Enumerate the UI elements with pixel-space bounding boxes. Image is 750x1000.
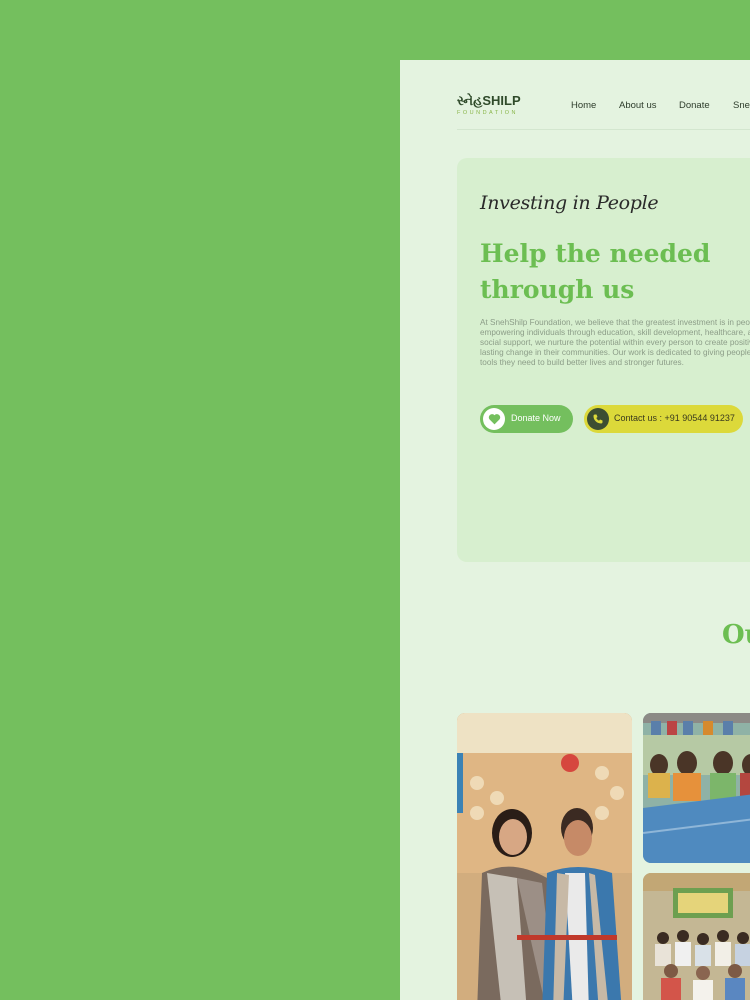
hero-headline: Help the needed through us [480,239,711,304]
header-divider [457,129,750,130]
nav-about-us[interactable]: About us [619,100,657,111]
contact-us-button[interactable]: Contact us : +91 90544 91237 [584,405,743,433]
nav-donate[interactable]: Donate [679,100,710,111]
donate-now-label: Donate Now [511,413,561,423]
gallery-photo-women[interactable] [643,713,750,863]
contact-us-label: Contact us : +91 90544 91237 [614,413,735,423]
section-title: Ou [722,620,750,650]
gallery-photo-couple[interactable] [457,713,632,1000]
hero-card: Investing in People Help the needed thro… [457,158,750,562]
site-logo[interactable]: સ્નેહSHILP FOUNDATION [457,93,537,121]
nav-home[interactable]: Home [571,100,596,111]
heart-icon [483,408,505,430]
hero-description: At SnehShilp Foundation, we believe that… [480,318,750,367]
site-header: સ્નેહSHILP FOUNDATION Home About us Dona… [400,60,750,130]
page: સ્નેહSHILP FOUNDATION Home About us Dona… [400,60,750,1000]
logo-subtitle: FOUNDATION [457,110,518,116]
logo-wordmark: સ્નેહSHILP [457,93,521,108]
phone-icon [587,408,609,430]
nav-snehshilp[interactable]: Sne [733,100,750,111]
hero-tagline: Investing in People [480,192,659,214]
donate-now-button[interactable]: Donate Now [480,405,573,433]
gallery-photo-group[interactable] [643,873,750,1000]
